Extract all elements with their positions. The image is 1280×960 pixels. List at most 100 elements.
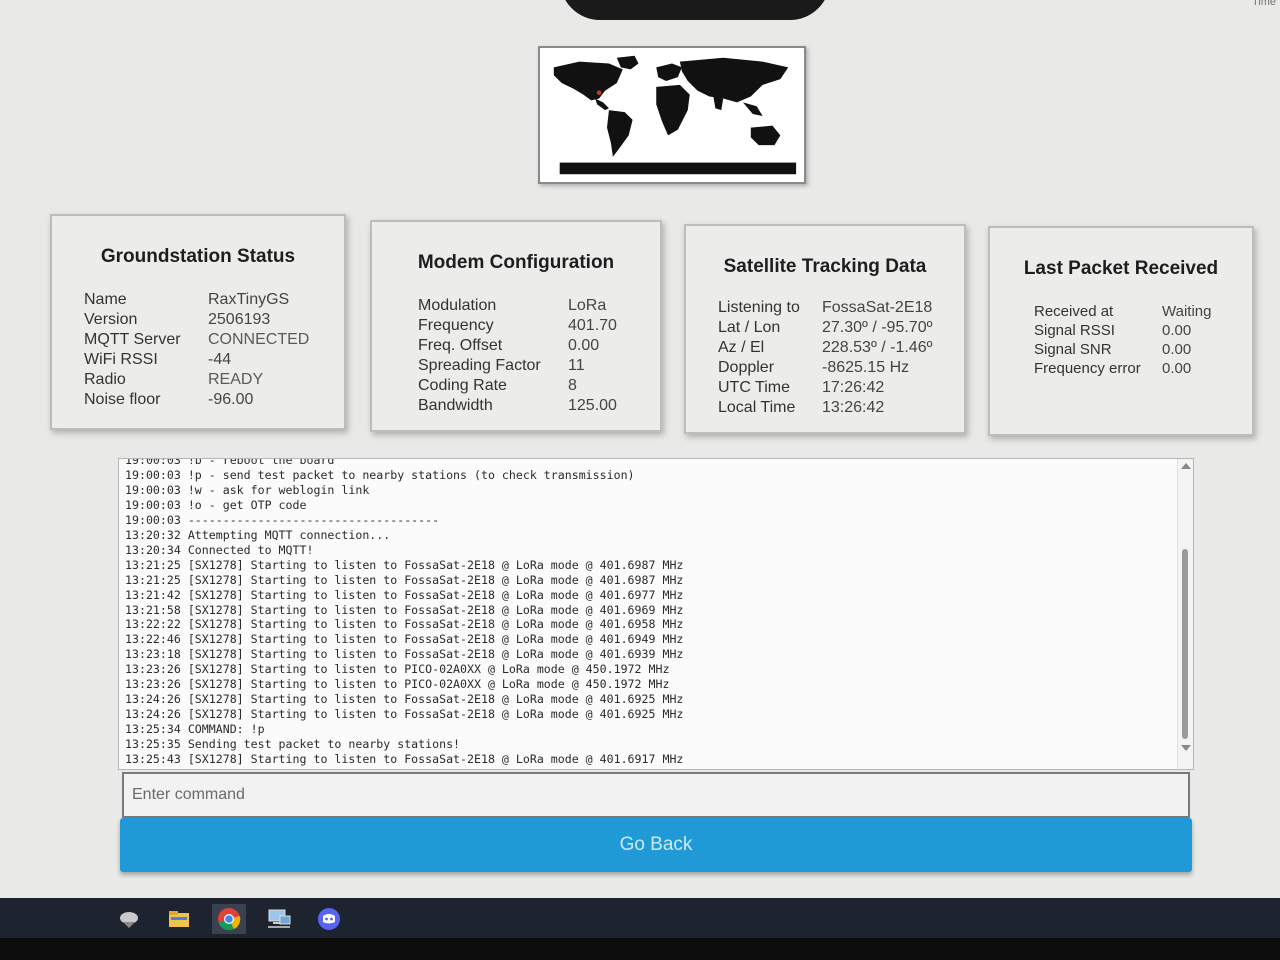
modem-configuration-card: Modem Configuration Modulation LoRa Frequ… <box>370 220 662 432</box>
console-line: 13:20:32 Attempting MQTT connection... <box>125 527 391 542</box>
field-label: Modulation <box>418 297 497 314</box>
field-freq-offset: Freq. Offset 0.00 <box>418 336 617 356</box>
field-label: Frequency <box>418 317 494 334</box>
field-label: WiFi RSSI <box>84 351 158 368</box>
card-title: Groundstation Status <box>100 246 296 267</box>
field-mqtt-server: MQTT Server CONNECTED <box>84 330 309 350</box>
field-label: UTC Time <box>718 379 790 396</box>
field-value: 2506193 <box>208 311 271 328</box>
scroll-down-icon[interactable] <box>1181 745 1191 751</box>
field-value: RaxTinyGS <box>208 291 290 308</box>
console-line: 13:25:34 COMMAND: !p <box>125 722 265 737</box>
console-line: 13:21:25 [SX1278] Starting to listen to … <box>125 572 684 587</box>
field-label: Coding Rate <box>418 377 507 394</box>
field-label: Doppler <box>718 359 775 376</box>
field-radio: Radio READY <box>84 370 309 390</box>
field-value: LoRa <box>568 297 607 314</box>
go-back-button[interactable]: Go Back <box>120 818 1192 872</box>
field-utc-time: UTC Time 17:26:42 <box>718 378 932 398</box>
command-input[interactable] <box>122 772 1190 818</box>
app-icon[interactable] <box>112 904 146 934</box>
groundstation-status-card: Groundstation Status Name RaxTinyGS Versi… <box>50 214 346 430</box>
console-line: 13:23:26 [SX1278] Starting to listen to … <box>125 662 670 677</box>
console-line: 13:20:34 Connected to MQTT! <box>125 542 314 557</box>
file-explorer-icon[interactable] <box>162 904 196 934</box>
groundstation-fields: Name RaxTinyGS Version 2506193 MQTT Server… <box>84 290 309 410</box>
card-title: Last Packet Received <box>1023 258 1219 279</box>
field-label: Signal SNR <box>1034 341 1112 358</box>
field-label: Local Time <box>718 399 796 416</box>
last-packet-card: Last Packet Received Received at Waiting … <box>988 226 1254 436</box>
console-scrollbar[interactable] <box>1177 459 1193 769</box>
chrome-icon[interactable] <box>212 904 246 934</box>
field-value: 0.00 <box>568 337 600 354</box>
field-value: -96.00 <box>208 391 254 408</box>
modem-fields: Modulation LoRa Frequency 401.70 Freq. Off… <box>418 296 617 416</box>
field-label: Lat / Lon <box>718 319 781 336</box>
card-title: Modem Configuration <box>417 252 615 273</box>
field-local-time: Local Time 13:26:42 <box>718 398 932 418</box>
console-line: 19:00:03 -------------------------------… <box>125 512 440 527</box>
console-line: 19:00:03 !o - get OTP code <box>125 497 307 512</box>
field-version: Version 2506193 <box>84 310 309 330</box>
field-label: Received at <box>1034 303 1114 320</box>
taskbar <box>0 898 1280 938</box>
field-value: 0.00 <box>1162 341 1192 358</box>
logo <box>560 0 830 20</box>
field-label: Radio <box>84 371 126 388</box>
field-value: READY <box>208 371 264 388</box>
network-icon[interactable] <box>262 904 296 934</box>
field-value: 8 <box>568 377 577 394</box>
console-line: 13:21:58 [SX1278] Starting to listen to … <box>125 602 684 617</box>
field-lat-lon: Lat / Lon 27.30º / -95.70º <box>718 318 932 338</box>
satellite-tracking-card: Satellite Tracking Data Listening to Foss… <box>684 224 966 434</box>
console-line: 13:22:46 [SX1278] Starting to listen to … <box>125 632 684 647</box>
console-line: 13:21:42 [SX1278] Starting to listen to … <box>125 587 684 602</box>
discord-icon[interactable] <box>312 904 346 934</box>
field-label: Name <box>84 291 127 308</box>
field-label: Listening to <box>718 299 800 316</box>
console-line: 13:25:43 [SX1278] Starting to listen to … <box>125 752 684 767</box>
field-modulation: Modulation LoRa <box>418 296 617 316</box>
satellite-fields: Listening to FossaSat-2E18 Lat / Lon 27.30… <box>718 298 932 418</box>
field-label: Bandwidth <box>418 397 493 414</box>
field-noise-floor: Noise floor -96.00 <box>84 390 309 410</box>
card-title: Satellite Tracking Data <box>723 256 927 277</box>
world-map <box>538 46 806 184</box>
console-line: 13:21:25 [SX1278] Starting to listen to … <box>125 557 684 572</box>
console-line: 13:23:26 [SX1278] Starting to listen to … <box>125 677 670 692</box>
field-az-el: Az / El 228.53º / -1.46º <box>718 338 932 358</box>
field-value: 0.00 <box>1162 322 1192 339</box>
console-line: 13:25:35 Sending test packet to nearby s… <box>125 737 461 752</box>
console-line: 13:24:26 [SX1278] Starting to listen to … <box>125 692 684 707</box>
field-label: Version <box>84 311 138 328</box>
field-label: Signal RSSI <box>1034 322 1115 339</box>
console-line: 19:00:03 !b - reboot the board <box>125 458 335 467</box>
scroll-up-icon[interactable] <box>1181 463 1191 469</box>
console-line: 13:23:18 [SX1278] Starting to listen to … <box>125 647 684 662</box>
field-received-at: Received at Waiting <box>1034 302 1211 321</box>
field-name: Name RaxTinyGS <box>84 290 309 310</box>
corner-text: Time <box>1251 0 1276 8</box>
field-value: CONNECTED <box>208 331 310 348</box>
console-line: 19:00:03 !w - ask for weblogin link <box>125 482 370 497</box>
field-coding-rate: Coding Rate 8 <box>418 376 617 396</box>
field-signal-rssi: Signal RSSI 0.00 <box>1034 321 1211 340</box>
console-lines: 19:00:03 !b - reboot the board 19:00:03 !… <box>125 458 1173 767</box>
field-value: -8625.15 Hz <box>822 359 910 376</box>
field-value: 13:26:42 <box>822 399 885 416</box>
field-value: 17:26:42 <box>822 379 885 396</box>
scroll-thumb[interactable] <box>1182 549 1188 739</box>
field-label: Noise floor <box>84 391 161 408</box>
field-frequency: Frequency 401.70 <box>418 316 617 336</box>
field-value: -44 <box>208 351 232 368</box>
screen-bezel <box>0 938 1280 960</box>
field-value: 125.00 <box>568 397 617 414</box>
packet-fields: Received at Waiting Signal RSSI 0.00 Signa… <box>1034 302 1211 378</box>
field-value: 11 <box>568 357 585 374</box>
field-value: 27.30º / -95.70º <box>822 319 933 336</box>
field-label: Spreading Factor <box>418 357 541 374</box>
field-frequency-error: Frequency error 0.00 <box>1034 359 1211 378</box>
field-listening-to: Listening to FossaSat-2E18 <box>718 298 932 318</box>
console-log[interactable]: 19:00:03 !b - reboot the board 19:00:03 !… <box>118 458 1194 770</box>
